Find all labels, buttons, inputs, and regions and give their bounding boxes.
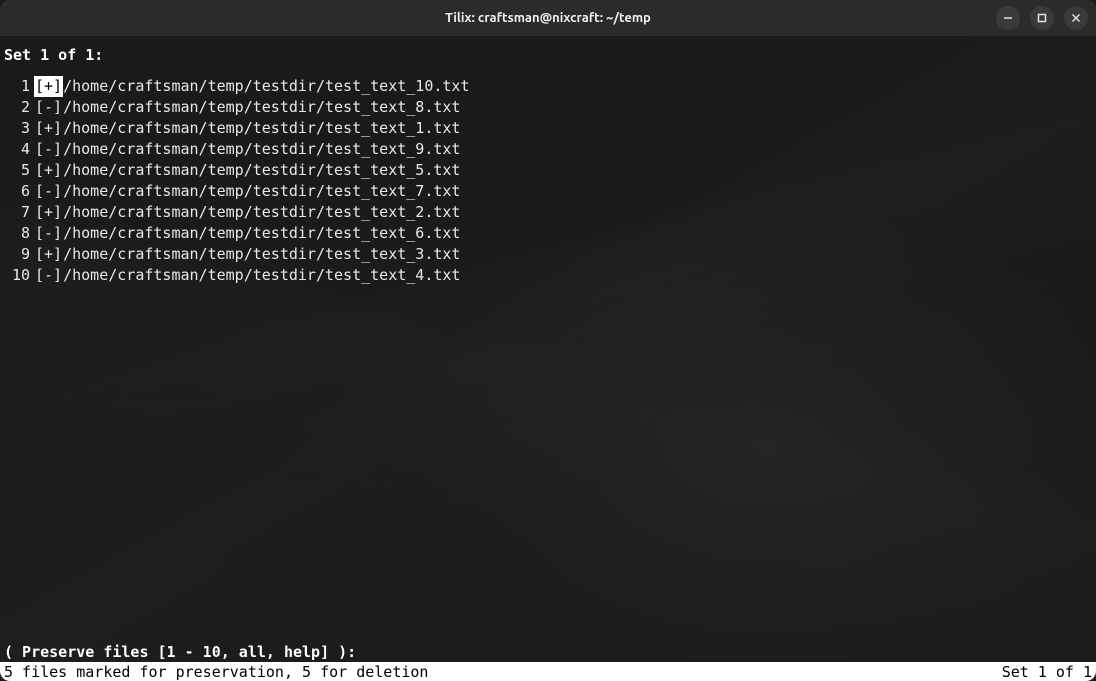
file-list: 1 [+] /home/craftsman/temp/testdir/test_… [4,76,1092,643]
file-row[interactable]: 9 [+] /home/craftsman/temp/testdir/test_… [4,244,1092,265]
file-path: /home/craftsman/temp/testdir/test_text_1… [63,118,460,139]
line-number: 3 [4,118,34,139]
selection-marker[interactable]: [+] [34,202,63,223]
file-row[interactable]: 7 [+] /home/craftsman/temp/testdir/test_… [4,202,1092,223]
selection-marker[interactable]: [-] [34,223,63,244]
line-number: 8 [4,223,34,244]
selection-marker[interactable]: [+] [34,160,63,181]
status-left: 5 files marked for preservation, 5 for d… [4,663,428,680]
window-title: Tilix: craftsman@nixcraft: ~/temp [445,11,651,25]
file-row[interactable]: 10 [-] /home/craftsman/temp/testdir/test… [4,265,1092,286]
file-path: /home/craftsman/temp/testdir/test_text_1… [63,76,469,97]
status-right: Set 1 of 1 [1002,663,1092,680]
status-bar: 5 files marked for preservation, 5 for d… [0,662,1096,681]
line-number: 5 [4,160,34,181]
minimize-icon [1003,9,1013,27]
maximize-icon [1037,9,1047,27]
selection-marker[interactable]: [-] [34,139,63,160]
file-path: /home/craftsman/temp/testdir/test_text_5… [63,160,460,181]
line-number: 1 [4,76,34,97]
titlebar: Tilix: craftsman@nixcraft: ~/temp [0,0,1096,36]
terminal-window: Tilix: craftsman@nixcraft: ~/temp Set 1 … [0,0,1096,681]
file-path: /home/craftsman/temp/testdir/test_text_6… [63,223,460,244]
selection-marker[interactable]: [-] [34,181,63,202]
window-controls [996,6,1088,30]
selection-marker[interactable]: [+] [34,76,63,97]
file-path: /home/craftsman/temp/testdir/test_text_7… [63,181,460,202]
file-row[interactable]: 5 [+] /home/craftsman/temp/testdir/test_… [4,160,1092,181]
line-number: 10 [4,265,34,286]
line-number: 4 [4,139,34,160]
file-row[interactable]: 2 [-] /home/craftsman/temp/testdir/test_… [4,97,1092,118]
file-path: /home/craftsman/temp/testdir/test_text_9… [63,139,460,160]
terminal-body[interactable]: Set 1 of 1: 1 [+] /home/craftsman/temp/t… [0,36,1096,681]
selection-marker[interactable]: [-] [34,97,63,118]
minimize-button[interactable] [996,6,1020,30]
file-path: /home/craftsman/temp/testdir/test_text_8… [63,97,460,118]
file-path: /home/craftsman/temp/testdir/test_text_3… [63,244,460,265]
file-row[interactable]: 3 [+] /home/craftsman/temp/testdir/test_… [4,118,1092,139]
close-icon [1071,9,1081,27]
file-row[interactable]: 1 [+] /home/craftsman/temp/testdir/test_… [4,76,1092,97]
set-header: Set 1 of 1: [4,40,1092,76]
line-number: 9 [4,244,34,265]
line-number: 2 [4,97,34,118]
selection-marker[interactable]: [-] [34,265,63,286]
line-number: 7 [4,202,34,223]
line-number: 6 [4,181,34,202]
file-path: /home/craftsman/temp/testdir/test_text_4… [63,265,460,286]
preserve-prompt[interactable]: ( Preserve files [1 - 10, all, help] ): [4,643,1092,662]
file-row[interactable]: 8 [-] /home/craftsman/temp/testdir/test_… [4,223,1092,244]
file-row[interactable]: 4 [-] /home/craftsman/temp/testdir/test_… [4,139,1092,160]
selection-marker[interactable]: [+] [34,118,63,139]
maximize-button[interactable] [1030,6,1054,30]
file-row[interactable]: 6 [-] /home/craftsman/temp/testdir/test_… [4,181,1092,202]
selection-marker[interactable]: [+] [34,244,63,265]
close-button[interactable] [1064,6,1088,30]
file-path: /home/craftsman/temp/testdir/test_text_2… [63,202,460,223]
